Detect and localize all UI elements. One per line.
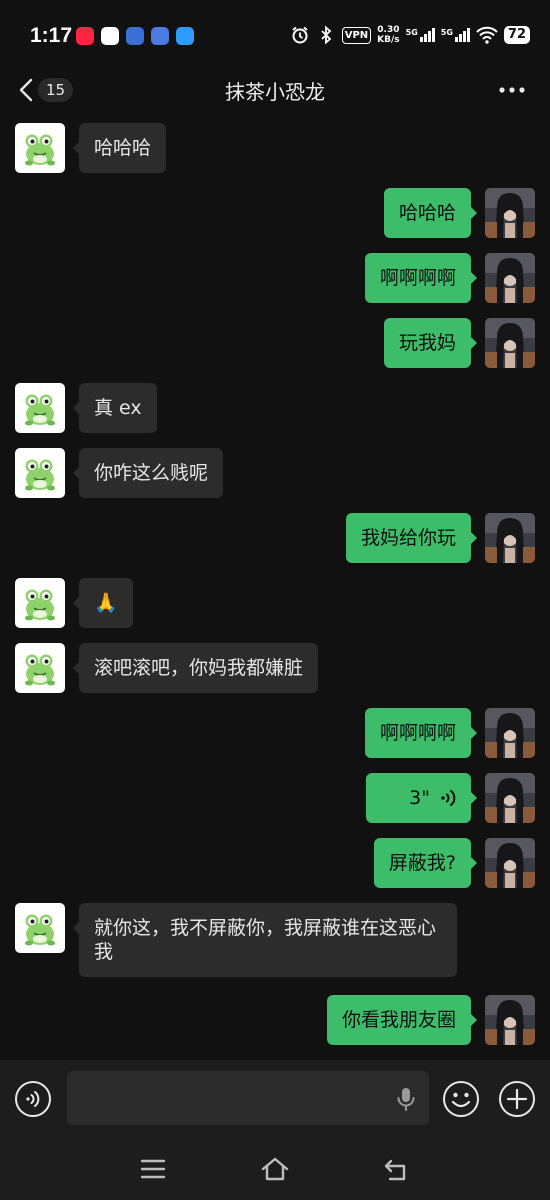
- message-bubble[interactable]: 真 ex: [73, 383, 157, 433]
- frog-avatar[interactable]: [15, 578, 65, 628]
- cloud-app-icon: [101, 27, 119, 45]
- photo-avatar[interactable]: [485, 773, 535, 823]
- message-bubble[interactable]: 啊啊啊啊: [364, 253, 478, 303]
- message-input[interactable]: [67, 1071, 429, 1125]
- frog-avatar[interactable]: [15, 643, 65, 693]
- nav-home-button[interactable]: [260, 1155, 290, 1183]
- add-button[interactable]: [498, 1080, 536, 1118]
- xiaohongshu-icon: [76, 27, 94, 45]
- battery-level: 72: [503, 26, 530, 44]
- network-speed-unit: KB/s: [377, 35, 400, 45]
- chat-header: 15 抹茶小恐龙: [0, 70, 550, 110]
- system-nav-bar: [0, 1138, 550, 1200]
- photo-avatar[interactable]: [485, 708, 535, 758]
- photo-avatar[interactable]: [485, 838, 535, 888]
- wifi-icon: [476, 26, 498, 44]
- frog-avatar[interactable]: [15, 123, 65, 173]
- nav-back-button[interactable]: [382, 1155, 412, 1183]
- alarm-icon: [292, 26, 308, 44]
- frog-avatar[interactable]: [15, 383, 65, 433]
- network-speed: 0.30 KB/s: [377, 25, 399, 45]
- chat-title: 抹茶小恐龙: [225, 80, 325, 104]
- message-bubble[interactable]: 滚吧滚吧，你妈我都嫌脏: [72, 643, 319, 693]
- network-speed-value: 0.30: [377, 25, 400, 35]
- status-bar: 1:17 VPN 0.30 KB/s 5G 5G 72: [0, 0, 550, 70]
- signal-2-label: 5G: [440, 28, 453, 37]
- home-icon: [261, 1157, 289, 1181]
- message-bubble[interactable]: 啊啊啊啊: [364, 708, 478, 758]
- cat-app-icon: [126, 27, 144, 45]
- mic-icon: [397, 1088, 415, 1111]
- mic-button[interactable]: [395, 1086, 417, 1112]
- status-indicators: VPN 0.30 KB/s 5G 5G 72: [290, 25, 530, 45]
- voice-message-bubble[interactable]: 3": [366, 773, 477, 823]
- frog-avatar[interactable]: [15, 903, 65, 953]
- message-bubble-emoji[interactable]: 🙏: [73, 578, 133, 628]
- menu-icon: [140, 1159, 166, 1179]
- frog-avatar[interactable]: [15, 448, 65, 498]
- message-bubble[interactable]: 哈哈哈: [72, 123, 167, 173]
- status-time: 1:17: [30, 24, 73, 47]
- more-dots-icon: [499, 87, 525, 93]
- vpn-badge: VPN: [341, 26, 372, 44]
- signal-strength-1: 5G: [406, 28, 435, 42]
- message-bubble[interactable]: 玩我妈: [383, 318, 478, 368]
- message-bubble[interactable]: 屏蔽我?: [373, 838, 478, 888]
- photo-avatar[interactable]: [485, 513, 535, 563]
- voice-duration: 3": [409, 787, 430, 809]
- input-bar: [0, 1060, 550, 1138]
- message-bubble[interactable]: 你咋这么贱呢: [72, 448, 224, 498]
- browser-app-icon: [151, 27, 169, 45]
- message-bubble[interactable]: 我妈给你玩: [345, 513, 478, 563]
- signal-1-label: 5G: [405, 28, 418, 37]
- signal-strength-2: 5G: [441, 28, 470, 42]
- message-bubble[interactable]: 你看我朋友圈: [326, 995, 478, 1045]
- voice-mode-icon: [15, 1081, 51, 1117]
- chat-history[interactable]: 哈哈哈 哈哈哈 啊啊啊啊 玩我妈 真 ex 你咋这么贱呢 我妈给你玩 🙏 滚吧滚…: [0, 110, 550, 1060]
- voice-mode-button[interactable]: [14, 1080, 52, 1118]
- emoji-button[interactable]: [442, 1080, 480, 1118]
- plus-icon: [499, 1081, 535, 1117]
- photo-avatar[interactable]: [485, 318, 535, 368]
- message-app-icon: [176, 27, 194, 45]
- photo-avatar[interactable]: [485, 253, 535, 303]
- nav-menu-button[interactable]: [138, 1155, 168, 1183]
- photo-avatar[interactable]: [485, 995, 535, 1045]
- wechat-chat-screen: 1:17 VPN 0.30 KB/s 5G 5G 72 15 抹茶小恐龙 哈哈哈…: [0, 0, 550, 1200]
- message-bubble[interactable]: 就你这，我不屏蔽你，我屏蔽谁在这恶心我: [73, 903, 457, 977]
- emoji-icon: [443, 1081, 479, 1117]
- message-bubble[interactable]: 哈哈哈: [383, 188, 478, 238]
- back-icon: [384, 1159, 406, 1181]
- more-options-button[interactable]: [494, 76, 530, 104]
- status-app-icons: [76, 27, 194, 45]
- bluetooth-icon: [321, 25, 332, 45]
- photo-avatar[interactable]: [485, 188, 535, 238]
- voice-wave-icon: [441, 790, 456, 806]
